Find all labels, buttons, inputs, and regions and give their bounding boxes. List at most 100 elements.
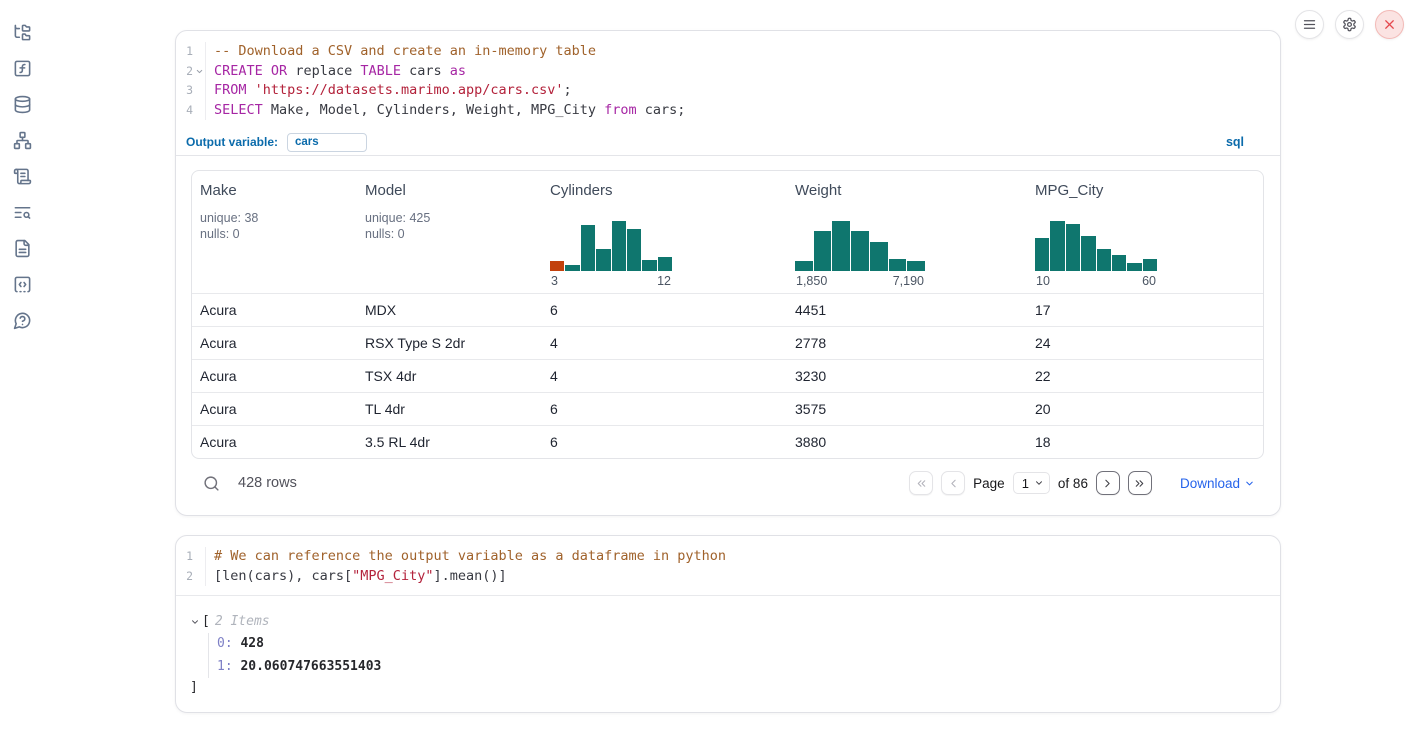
column-name: Make — [200, 182, 349, 199]
sql-code-editor[interactable]: 1-- Download a CSV and create an in-memo… — [176, 31, 1280, 129]
line-gutter: 1 — [176, 42, 206, 62]
data-sources-button[interactable] — [8, 90, 36, 118]
line-number: 1 — [186, 547, 193, 567]
table-cell: 24 — [1027, 335, 1263, 351]
download-button[interactable]: Download — [1180, 476, 1255, 491]
search-icon — [203, 475, 220, 492]
last-page-button[interactable] — [1128, 471, 1152, 495]
stat-line: unique: 425 — [365, 210, 534, 226]
table-cell: 18 — [1027, 434, 1263, 450]
table-row[interactable]: AcuraTL 4dr6357520 — [192, 392, 1263, 425]
column-header[interactable]: Cylinders312 — [542, 171, 787, 293]
column-histogram[interactable]: 1060 — [1035, 221, 1255, 293]
menu-button[interactable] — [1295, 10, 1324, 39]
logs-button[interactable] — [8, 198, 36, 226]
output-variable-input[interactable] — [287, 133, 367, 152]
output-variable-row: Output variable: sql — [176, 129, 1280, 156]
code-line[interactable]: 4SELECT Make, Model, Cylinders, Weight, … — [176, 101, 1280, 121]
code-line[interactable]: 2[len(cars), cars["MPG_City"].mean()] — [176, 567, 1280, 587]
line-gutter: 2 — [176, 62, 206, 82]
table-row[interactable]: Acura3.5 RL 4dr6388018 — [192, 425, 1263, 458]
table-cell: RSX Type S 2dr — [357, 335, 542, 351]
network-icon — [13, 131, 32, 150]
help-bubble-icon — [13, 311, 32, 330]
code-text: FROM 'https://datasets.marimo.app/cars.c… — [206, 81, 572, 101]
column-header[interactable]: MPG_City1060 — [1027, 171, 1263, 293]
pagination: Page 1 of 86 Download — [909, 471, 1255, 495]
list-item: 0: 428 — [217, 633, 1264, 656]
histogram-axis-labels: 1060 — [1035, 274, 1157, 288]
file-explorer-button[interactable] — [8, 18, 36, 46]
column-histogram[interactable]: 312 — [550, 221, 779, 293]
variables-button[interactable] — [8, 54, 36, 82]
code-line[interactable]: 2CREATE OR replace TABLE cars as — [176, 62, 1280, 82]
column-header[interactable]: Modelunique: 425nulls: 0 — [357, 171, 542, 293]
table-cell: Acura — [192, 434, 357, 450]
collapse-toggle-icon[interactable] — [190, 617, 202, 627]
histogram-bar — [1066, 224, 1080, 271]
tree-root-row: [ 2 Items — [190, 611, 1264, 633]
scratchpad-button[interactable] — [8, 162, 36, 190]
page-total: of 86 — [1058, 476, 1088, 491]
page-select-value: 1 — [1022, 476, 1029, 491]
first-page-button[interactable] — [909, 471, 933, 495]
chevrons-left-icon — [915, 477, 928, 490]
histogram-bar — [612, 221, 626, 271]
prev-page-button[interactable] — [941, 471, 965, 495]
search-button[interactable] — [199, 471, 223, 495]
table-cell: 3880 — [787, 434, 1027, 450]
language-badge: sql — [1226, 135, 1244, 149]
fold-toggle-icon[interactable] — [193, 67, 205, 76]
table-cell: 17 — [1027, 302, 1263, 318]
table-row[interactable]: AcuraMDX6445117 — [192, 293, 1263, 326]
table-row[interactable]: AcuraTSX 4dr4323022 — [192, 359, 1263, 392]
page-select[interactable]: 1 — [1013, 472, 1050, 494]
axis-min-label: 10 — [1036, 274, 1050, 288]
stat-line: unique: 38 — [200, 210, 349, 226]
column-header[interactable]: Weight1,8507,190 — [787, 171, 1027, 293]
code-line[interactable]: 3FROM 'https://datasets.marimo.app/cars.… — [176, 81, 1280, 101]
histogram-bar — [565, 265, 579, 271]
documentation-button[interactable] — [8, 234, 36, 262]
line-gutter: 3 — [176, 81, 206, 101]
table-row[interactable]: AcuraRSX Type S 2dr4277824 — [192, 326, 1263, 359]
gear-icon — [1342, 17, 1357, 32]
dependencies-button[interactable] — [8, 126, 36, 154]
histogram-bar — [1127, 263, 1141, 271]
python-code-editor[interactable]: 1# We can reference the output variable … — [176, 536, 1280, 596]
histogram-bar — [832, 221, 850, 271]
column-header[interactable]: Makeunique: 38nulls: 0 — [192, 171, 357, 293]
settings-button[interactable] — [1335, 10, 1364, 39]
histogram-bar — [642, 260, 656, 271]
axis-min-label: 3 — [551, 274, 558, 288]
histogram-bars — [1035, 221, 1157, 271]
code-line[interactable]: 1# We can reference the output variable … — [176, 547, 1280, 567]
sidebar — [0, 0, 44, 729]
line-gutter: 2 — [176, 567, 206, 587]
tree-items: 0: 4281: 20.060747663551403 — [208, 633, 1264, 678]
code-text: -- Download a CSV and create an in-memor… — [206, 42, 596, 62]
histogram-bars — [795, 221, 925, 271]
file-text-icon — [13, 239, 32, 258]
code-line[interactable]: 1-- Download a CSV and create an in-memo… — [176, 42, 1280, 62]
database-icon — [13, 95, 32, 114]
list-item: 1: 20.060747663551403 — [217, 656, 1264, 679]
column-histogram[interactable]: 1,8507,190 — [795, 221, 1019, 293]
close-button[interactable] — [1375, 10, 1404, 39]
item-key: 1: — [217, 659, 233, 674]
sql-cell: 1-- Download a CSV and create an in-memo… — [175, 30, 1281, 516]
code-text: CREATE OR replace TABLE cars as — [206, 62, 466, 82]
next-page-button[interactable] — [1096, 471, 1120, 495]
histogram-bars — [550, 221, 672, 271]
table-cell: 3575 — [787, 401, 1027, 417]
table-cell: 4 — [542, 335, 787, 351]
table-cell: 4 — [542, 368, 787, 384]
chevrons-right-icon — [1133, 477, 1146, 490]
table-cell: TSX 4dr — [357, 368, 542, 384]
histogram-bar — [870, 242, 888, 271]
snippets-button[interactable] — [8, 270, 36, 298]
chevron-down-icon — [1244, 478, 1255, 489]
help-button[interactable] — [8, 306, 36, 334]
table-cell: Acura — [192, 368, 357, 384]
close-icon — [1382, 17, 1397, 32]
